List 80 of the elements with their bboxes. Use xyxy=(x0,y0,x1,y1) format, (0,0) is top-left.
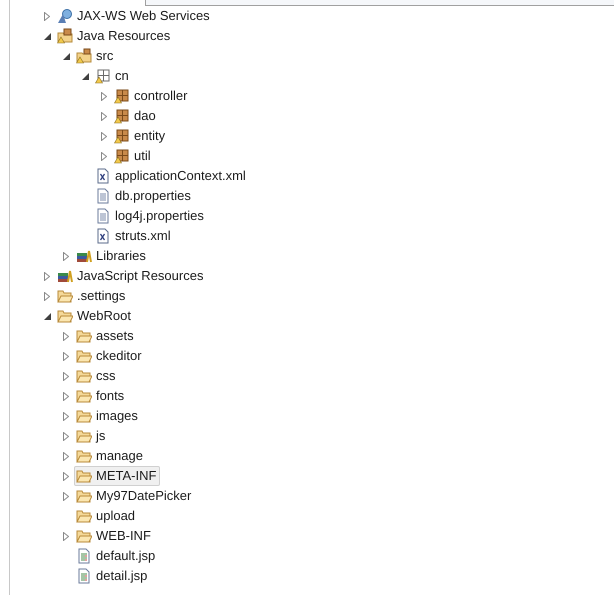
jsp-file-icon xyxy=(76,568,92,584)
text-file-icon xyxy=(95,208,111,224)
expand-arrow-icon[interactable] xyxy=(44,12,50,20)
expand-arrow-icon[interactable] xyxy=(101,152,107,160)
tree-item[interactable]: log4j.properties xyxy=(93,206,208,226)
folder-icon xyxy=(76,488,92,504)
expand-arrow-icon[interactable] xyxy=(63,332,69,340)
tree-item[interactable]: WEB-INF xyxy=(74,526,155,546)
xml-file-icon xyxy=(95,228,111,244)
globe-icon xyxy=(57,8,73,24)
tree-item[interactable]: detail.jsp xyxy=(74,566,152,586)
tree-item[interactable]: struts.xml xyxy=(93,226,175,246)
tree-item[interactable]: util xyxy=(112,146,155,166)
expand-arrow-icon[interactable] xyxy=(63,372,69,380)
package-icon xyxy=(114,128,130,144)
tree-item[interactable]: entity xyxy=(112,126,170,146)
jsp-file-icon xyxy=(76,548,92,564)
collapse-arrow-icon[interactable] xyxy=(82,72,89,80)
folder-icon xyxy=(57,288,73,304)
tree-item[interactable]: .settings xyxy=(55,286,130,306)
folder-icon xyxy=(76,348,92,364)
tree-item[interactable]: css xyxy=(74,366,120,386)
expand-arrow-icon[interactable] xyxy=(44,272,50,280)
tree-item[interactable]: assets xyxy=(74,326,138,346)
expand-arrow-icon[interactable] xyxy=(63,452,69,460)
folder-icon xyxy=(76,408,92,424)
tree-item[interactable]: cn xyxy=(93,66,133,86)
expand-arrow-icon[interactable] xyxy=(63,532,69,540)
folder-icon xyxy=(76,328,92,344)
folder-icon xyxy=(76,428,92,444)
folder-icon xyxy=(76,528,92,544)
expand-arrow-icon[interactable] xyxy=(44,292,50,300)
tree-item[interactable]: db.properties xyxy=(93,186,195,206)
folder-icon xyxy=(57,308,73,324)
expand-arrow-icon[interactable] xyxy=(101,92,107,100)
source-folder-icon xyxy=(76,48,92,64)
expand-arrow-icon[interactable] xyxy=(63,252,69,260)
package-icon xyxy=(114,108,130,124)
tree-item[interactable]: js xyxy=(74,426,110,446)
tree-item[interactable]: dao xyxy=(112,106,160,126)
expand-arrow-icon[interactable] xyxy=(101,112,107,120)
collapse-arrow-icon[interactable] xyxy=(63,52,70,60)
package-icon xyxy=(95,68,111,84)
tree-item[interactable]: JAX-WS Web Services xyxy=(55,6,214,26)
tree-item[interactable]: controller xyxy=(112,86,192,106)
expand-arrow-icon[interactable] xyxy=(101,132,107,140)
tree-item[interactable]: manage xyxy=(74,446,147,466)
tree-item[interactable]: JavaScript Resources xyxy=(55,266,208,286)
folder-icon xyxy=(76,448,92,464)
folder-icon xyxy=(76,368,92,384)
text-file-icon xyxy=(95,188,111,204)
folder-icon xyxy=(76,468,92,484)
books-icon xyxy=(76,248,92,264)
expand-arrow-icon[interactable] xyxy=(63,392,69,400)
folder-icon xyxy=(76,508,92,524)
tree-item[interactable]: Libraries xyxy=(74,246,150,266)
tree-item[interactable]: WebRoot xyxy=(55,306,135,326)
tree-item[interactable]: META-INF xyxy=(74,466,160,486)
tree-item[interactable]: upload xyxy=(74,506,140,526)
tree-item[interactable]: Java Resources xyxy=(55,26,174,46)
package-icon xyxy=(114,88,130,104)
expand-arrow-icon[interactable] xyxy=(63,432,69,440)
books-icon xyxy=(57,268,73,284)
tree-item[interactable]: fonts xyxy=(74,386,128,406)
expand-arrow-icon[interactable] xyxy=(63,412,69,420)
package-icon xyxy=(114,148,130,164)
folder-icon xyxy=(76,388,92,404)
collapse-arrow-icon[interactable] xyxy=(44,32,51,40)
expand-arrow-icon[interactable] xyxy=(63,352,69,360)
tree-item[interactable]: My97DatePicker xyxy=(74,486,196,506)
xml-file-icon xyxy=(95,168,111,184)
collapse-arrow-icon[interactable] xyxy=(44,312,51,320)
tree-item[interactable]: applicationContext.xml xyxy=(93,166,250,186)
tree-item[interactable]: default.jsp xyxy=(74,546,160,566)
tree-item[interactable]: src xyxy=(74,46,118,66)
expand-arrow-icon[interactable] xyxy=(63,492,69,500)
tree-item[interactable]: images xyxy=(74,406,142,426)
expand-arrow-icon[interactable] xyxy=(63,472,69,480)
package-folder-icon xyxy=(57,28,73,44)
tree-item[interactable]: ckeditor xyxy=(74,346,146,366)
